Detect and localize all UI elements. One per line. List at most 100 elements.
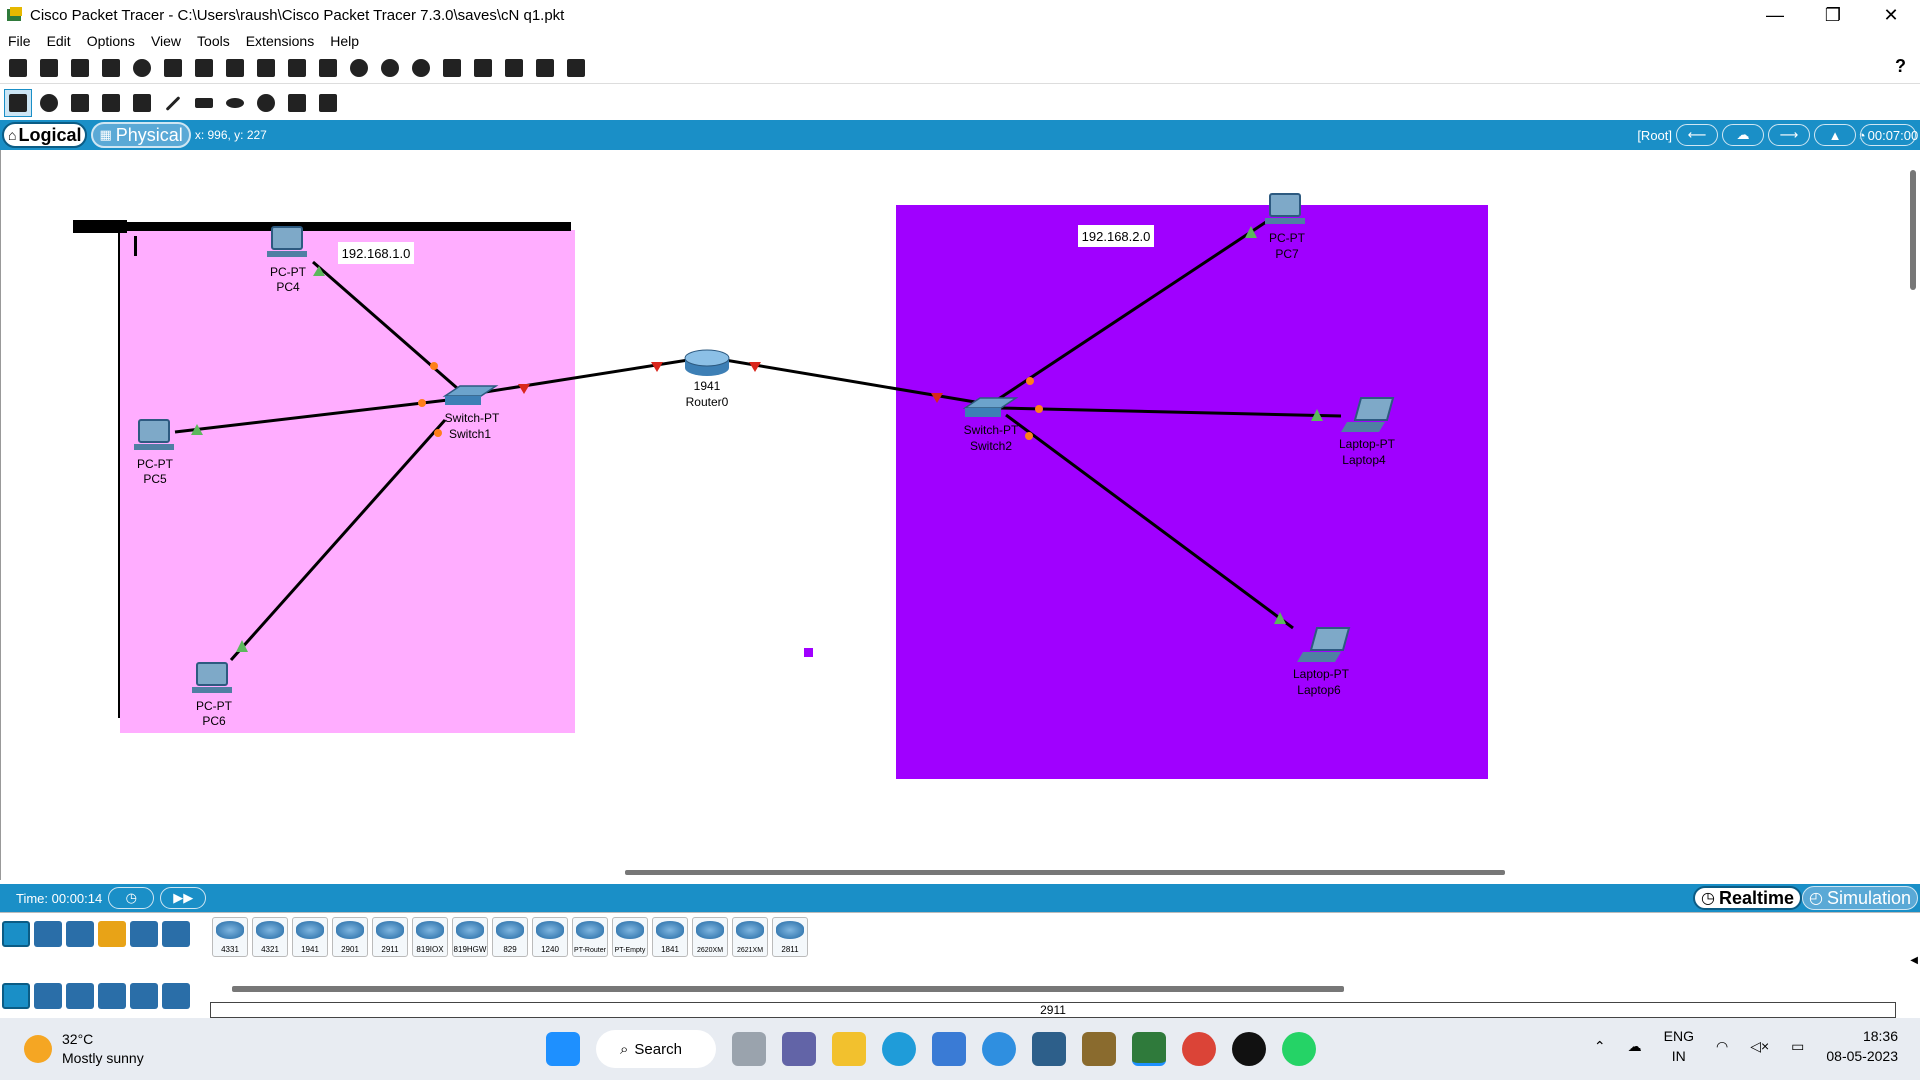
router-model[interactable]: 4331 [212, 917, 248, 957]
router-model[interactable]: 4321 [252, 917, 288, 957]
inspect-icon[interactable] [35, 89, 63, 117]
minimize-button[interactable]: — [1746, 0, 1804, 30]
canvas-marker[interactable] [804, 648, 813, 657]
drawn-tick[interactable] [134, 236, 137, 256]
zoom-in-icon[interactable] [345, 54, 373, 82]
wireless-subcategory-icon[interactable] [98, 983, 126, 1009]
menu-edit[interactable]: Edit [47, 33, 71, 49]
multiuser-category-icon[interactable] [162, 921, 190, 947]
cluster-area-lan2[interactable] [896, 205, 1488, 779]
routers-subcategory-icon[interactable] [2, 983, 30, 1009]
tab-physical[interactable]: ▦ Physical [91, 122, 191, 148]
add-complex-pdu-icon[interactable] [314, 89, 342, 117]
task-view-icon[interactable] [732, 1032, 766, 1066]
vscode-icon[interactable] [1032, 1032, 1066, 1066]
hubs-subcategory-icon[interactable] [66, 983, 94, 1009]
menu-view[interactable]: View [151, 33, 181, 49]
move-object-button[interactable]: ⟶ [1768, 124, 1810, 146]
copy-icon[interactable] [221, 54, 249, 82]
topology-canvas[interactable]: 192.168.1.0 192.168.2.0 PC-PT PC4 PC-PT … [1, 150, 1901, 880]
miscellaneous-category-icon[interactable] [130, 921, 158, 947]
battery-icon[interactable]: ▭ [1791, 1038, 1804, 1055]
simulation-button[interactable]: ◴ Simulation [1801, 886, 1918, 910]
router-model[interactable]: 829 [492, 917, 528, 957]
speaker-muted-icon[interactable]: ◁× [1750, 1038, 1769, 1055]
draw-ellipse-icon[interactable] [221, 89, 249, 117]
router-model[interactable]: PT-Router [572, 917, 608, 957]
security-subcategory-icon[interactable] [130, 983, 158, 1009]
help-tips-icon[interactable] [982, 1032, 1016, 1066]
taskbar-search[interactable]: ⌕ Search [596, 1030, 716, 1068]
paste-icon[interactable] [252, 54, 280, 82]
print-icon[interactable] [97, 54, 125, 82]
delete-icon[interactable] [66, 89, 94, 117]
save-icon[interactable] [66, 54, 94, 82]
set-background-button[interactable]: ▲ [1814, 124, 1856, 146]
router-model[interactable]: 2621XM [732, 917, 768, 957]
workspace-horizontal-scrollbar[interactable] [625, 870, 1505, 875]
menu-help[interactable]: Help [330, 33, 359, 49]
router-model[interactable]: 1240 [532, 917, 568, 957]
menu-tools[interactable]: Tools [197, 33, 230, 49]
file-explorer-icon[interactable] [832, 1032, 866, 1066]
freeform-icon[interactable] [252, 89, 280, 117]
note-lan2[interactable]: 192.168.2.0 [1078, 225, 1154, 247]
back-button[interactable]: ⟵ [1676, 124, 1718, 146]
language-indicator[interactable]: ENG IN [1664, 1026, 1694, 1066]
onedrive-icon[interactable]: ☁ [1628, 1038, 1642, 1055]
resize-shape-icon[interactable] [97, 89, 125, 117]
drawn-line-left[interactable] [118, 228, 120, 718]
router-model[interactable]: 1941 [292, 917, 328, 957]
power-cycle-button[interactable]: ◷ [108, 887, 155, 909]
root-breadcrumb[interactable]: [Root] [1637, 128, 1672, 143]
microsoft-store-icon[interactable] [932, 1032, 966, 1066]
github-icon[interactable] [1232, 1032, 1266, 1066]
router-model[interactable]: 2901 [332, 917, 368, 957]
switches-subcategory-icon[interactable] [34, 983, 62, 1009]
restore-button[interactable]: ❐ [1804, 0, 1862, 30]
note-lan1[interactable]: 192.168.1.0 [338, 242, 414, 264]
workspace-vertical-scrollbar[interactable] [1910, 170, 1916, 290]
show-hidden-icons-icon[interactable]: ⌃ [1594, 1038, 1606, 1055]
draw-line-icon[interactable] [159, 89, 187, 117]
router-model[interactable]: 2620XM [692, 917, 728, 957]
select-icon[interactable] [4, 89, 32, 117]
tab-logical[interactable]: ⌂ Logical [2, 122, 88, 148]
network-devices-category-icon[interactable] [2, 921, 30, 947]
taskbar-clock[interactable]: 18:36 08-05-2023 [1826, 1026, 1898, 1066]
viewport-clock[interactable]: ◔ 00:07:00 [1858, 124, 1918, 146]
redo-icon[interactable] [314, 54, 342, 82]
custom-device-dialog-icon[interactable] [469, 54, 497, 82]
router-model[interactable]: 819IOX [412, 917, 448, 957]
wifi-icon[interactable]: ◠ [1716, 1038, 1728, 1055]
activity-wizard-icon[interactable] [190, 54, 218, 82]
zoom-reset-icon[interactable] [376, 54, 404, 82]
connections-category-icon[interactable] [98, 921, 126, 947]
logical-workspace[interactable]: 192.168.1.0 192.168.2.0 PC-PT PC4 PC-PT … [0, 150, 1900, 880]
zoom-out-icon[interactable] [407, 54, 435, 82]
router-model[interactable]: 819HGW [452, 917, 488, 957]
packet-tracer-taskbar-icon[interactable] [1132, 1032, 1166, 1066]
whatsapp-icon[interactable] [1282, 1032, 1316, 1066]
new-cluster-button[interactable]: ☁ [1722, 124, 1764, 146]
new-file-icon[interactable] [4, 54, 32, 82]
router-model[interactable]: 2811 [772, 917, 808, 957]
menu-file[interactable]: File [8, 33, 31, 49]
weather-widget[interactable]: 32°C Mostly sunny [24, 1030, 144, 1068]
place-note-icon[interactable] [128, 89, 156, 117]
add-simple-pdu-icon[interactable] [283, 89, 311, 117]
drawing-palette-icon[interactable] [438, 54, 466, 82]
fast-forward-button[interactable]: ▶▶ [160, 887, 207, 909]
image-icon[interactable] [562, 54, 590, 82]
router-model[interactable]: 1841 [652, 917, 688, 957]
teams-chat-icon[interactable] [782, 1032, 816, 1066]
undo-icon[interactable] [283, 54, 311, 82]
close-button[interactable]: ✕ [1862, 0, 1920, 30]
menu-options[interactable]: Options [87, 33, 135, 49]
cluster-icon[interactable] [531, 54, 559, 82]
dosbox-icon[interactable] [1082, 1032, 1116, 1066]
collapse-arrow-icon[interactable]: ◀ [1910, 955, 1918, 966]
chrome-icon[interactable] [1182, 1032, 1216, 1066]
wan-emulation-subcategory-icon[interactable] [162, 983, 190, 1009]
menu-extensions[interactable]: Extensions [246, 33, 314, 49]
